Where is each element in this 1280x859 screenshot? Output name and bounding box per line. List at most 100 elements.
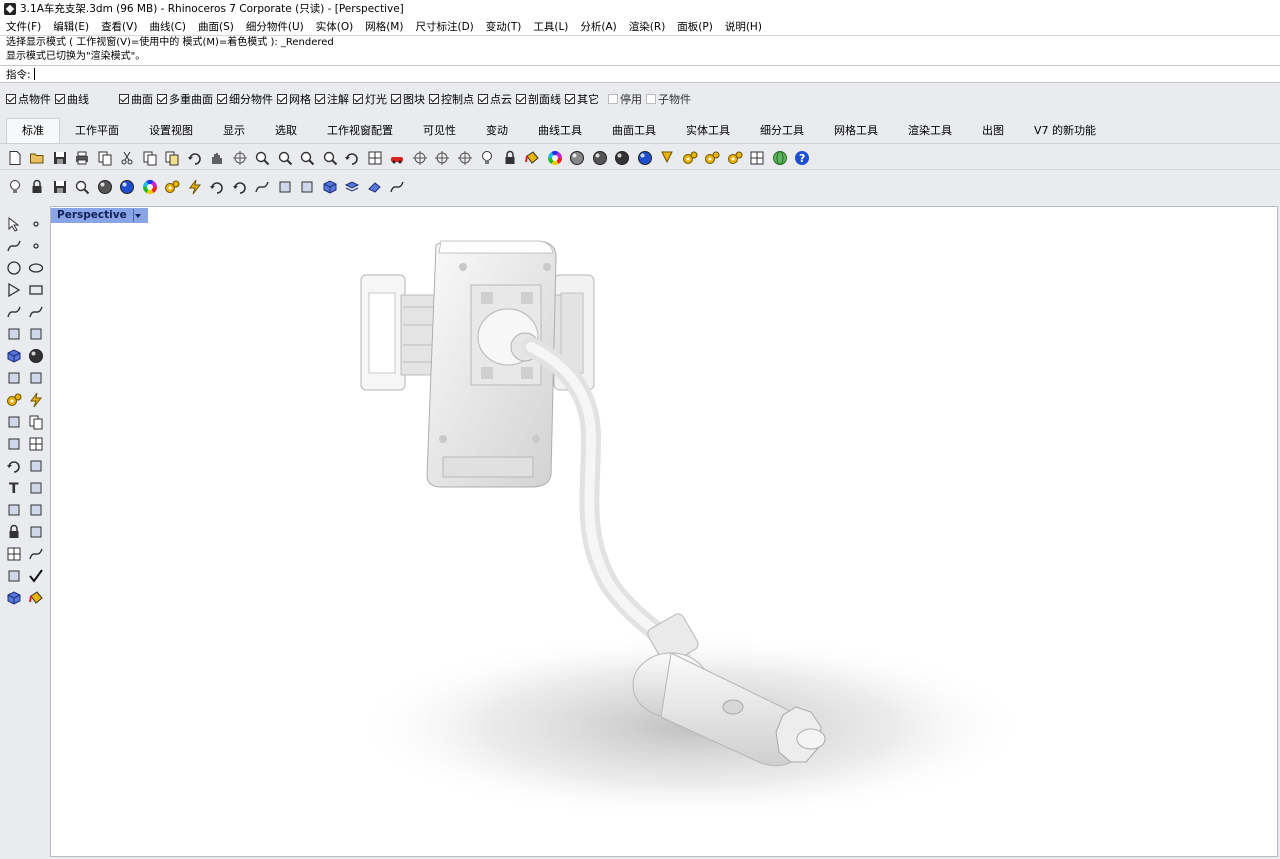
toolbar-button[interactable] <box>207 147 227 167</box>
toolbar-button[interactable] <box>72 147 92 167</box>
toolbar-button[interactable] <box>117 176 137 196</box>
tab[interactable]: 工作视窗配置 <box>312 119 408 143</box>
toolbar-button[interactable] <box>2 322 24 344</box>
toolbar-button[interactable]: ? <box>792 147 812 167</box>
checkbox-box[interactable] <box>217 94 227 104</box>
osnap-checkbox[interactable]: 其它 <box>565 91 599 107</box>
osnap-checkbox[interactable]: 控制点 <box>429 91 474 107</box>
toolbar-button[interactable] <box>94 147 114 167</box>
osnap-checkbox[interactable]: 灯光 <box>353 91 387 107</box>
toolbar-button[interactable] <box>24 322 46 344</box>
toolbar-button[interactable] <box>2 278 24 300</box>
toolbar-button[interactable] <box>24 520 46 542</box>
toolbar-button[interactable] <box>117 147 137 167</box>
toolbar-button[interactable] <box>24 300 46 322</box>
toolbar-button[interactable] <box>49 147 69 167</box>
toolbar-button[interactable] <box>319 147 339 167</box>
toolbar-button[interactable] <box>364 147 384 167</box>
menu-item[interactable]: 文件(F) <box>0 19 47 34</box>
toolbar-button[interactable] <box>409 147 429 167</box>
checkbox-box[interactable] <box>646 94 656 104</box>
checkbox-box[interactable] <box>353 94 363 104</box>
checkbox-box[interactable] <box>157 94 167 104</box>
toolbar-button[interactable] <box>24 498 46 520</box>
toolbar-button[interactable] <box>207 176 227 196</box>
toolbar-button[interactable] <box>2 388 24 410</box>
toolbar-button[interactable] <box>24 564 46 586</box>
toolbar-button[interactable] <box>2 586 24 608</box>
checkbox-box[interactable] <box>391 94 401 104</box>
menu-item[interactable]: 分析(A) <box>574 19 622 34</box>
toolbar-button[interactable] <box>364 176 384 196</box>
toolbar-button[interactable] <box>24 344 46 366</box>
toolbar-button[interactable] <box>2 542 24 564</box>
tab[interactable]: 可见性 <box>408 119 471 143</box>
osnap-checkbox[interactable]: 子物件 <box>646 91 691 107</box>
menu-item[interactable]: 曲线(C) <box>143 19 192 34</box>
checkbox-box[interactable] <box>55 94 65 104</box>
toolbar-button[interactable]: T <box>2 476 24 498</box>
toolbar-button[interactable] <box>24 476 46 498</box>
checkbox-box[interactable] <box>6 94 16 104</box>
toolbar-button[interactable] <box>612 147 632 167</box>
toolbar-button[interactable] <box>657 147 677 167</box>
toolbar-button[interactable] <box>2 454 24 476</box>
toolbar-button[interactable] <box>567 147 587 167</box>
osnap-checkbox[interactable]: 点物件 <box>6 91 51 107</box>
tab[interactable]: 选取 <box>260 119 312 143</box>
toolbar-button[interactable] <box>24 256 46 278</box>
toolbar-button[interactable] <box>72 176 92 196</box>
menu-item[interactable]: 编辑(E) <box>47 19 95 34</box>
toolbar-button[interactable] <box>2 520 24 542</box>
toolbar-button[interactable] <box>432 147 452 167</box>
checkbox-box[interactable] <box>429 94 439 104</box>
osnap-checkbox[interactable]: 网格 <box>277 91 311 107</box>
toolbar-button[interactable] <box>274 147 294 167</box>
checkbox-box[interactable] <box>119 94 129 104</box>
menu-item[interactable]: 变动(T) <box>480 19 528 34</box>
menu-item[interactable]: 工具(L) <box>527 19 574 34</box>
toolbar-button[interactable] <box>702 147 722 167</box>
menu-item[interactable]: 渲染(R) <box>623 19 672 34</box>
osnap-checkbox[interactable]: 多重曲面 <box>157 91 213 107</box>
osnap-checkbox[interactable]: 剖面线 <box>516 91 561 107</box>
toolbar-button[interactable] <box>162 147 182 167</box>
menu-item[interactable]: 网格(M) <box>359 19 409 34</box>
tab[interactable]: V7 的新功能 <box>1019 119 1111 143</box>
osnap-checkbox[interactable]: 图块 <box>391 91 425 107</box>
tab[interactable]: 工作平面 <box>60 119 134 143</box>
toolbar-button[interactable] <box>27 147 47 167</box>
toolbar-button[interactable] <box>24 432 46 454</box>
checkbox-box[interactable] <box>277 94 287 104</box>
toolbar-button[interactable] <box>229 176 249 196</box>
checkbox-box[interactable] <box>478 94 488 104</box>
toolbar-button[interactable] <box>387 176 407 196</box>
toolbar-button[interactable] <box>724 147 744 167</box>
osnap-checkbox[interactable]: 注解 <box>315 91 349 107</box>
toolbar-button[interactable] <box>274 176 294 196</box>
toolbar-button[interactable] <box>2 366 24 388</box>
toolbar-button[interactable] <box>24 212 46 234</box>
toolbar-button[interactable] <box>2 432 24 454</box>
tab[interactable]: 出图 <box>967 119 1019 143</box>
toolbar-button[interactable] <box>477 147 497 167</box>
toolbar-button[interactable] <box>747 147 767 167</box>
toolbar-button[interactable] <box>544 147 564 167</box>
tab[interactable]: 实体工具 <box>671 119 745 143</box>
osnap-checkbox[interactable]: 停用 <box>608 91 642 107</box>
menu-item[interactable]: 细分物件(U) <box>240 19 310 34</box>
toolbar-button[interactable] <box>589 147 609 167</box>
toolbar-button[interactable] <box>454 147 474 167</box>
tab[interactable]: 变动 <box>471 119 523 143</box>
toolbar-button[interactable] <box>297 147 317 167</box>
toolbar-button[interactable] <box>297 176 317 196</box>
tab[interactable]: 设置视图 <box>134 119 208 143</box>
toolbar-button[interactable] <box>319 176 339 196</box>
toolbar-button[interactable] <box>2 498 24 520</box>
toolbar-button[interactable] <box>24 586 46 608</box>
toolbar-button[interactable] <box>499 147 519 167</box>
toolbar-button[interactable] <box>24 410 46 432</box>
osnap-checkbox[interactable]: 细分物件 <box>217 91 273 107</box>
toolbar-button[interactable] <box>252 147 272 167</box>
osnap-checkbox[interactable]: 点云 <box>478 91 512 107</box>
